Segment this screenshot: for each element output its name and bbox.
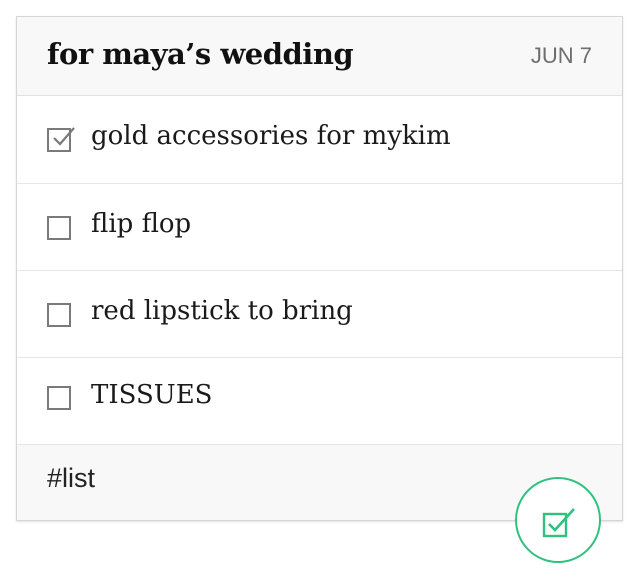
checklist-item-text[interactable]: TISSUES	[91, 380, 212, 410]
note-date: JUN 7	[530, 43, 592, 68]
note-title: for maya’s wedding	[47, 37, 354, 71]
checklist-icon	[542, 508, 575, 538]
checklist-item: gold accessories for mykim	[17, 96, 622, 184]
empty-checkbox-icon[interactable]	[47, 386, 71, 410]
note-header: for maya’s wedding JUN 7	[17, 17, 622, 96]
checklist-item-text[interactable]: flip flop	[91, 209, 191, 239]
checkmark-icon	[53, 127, 75, 146]
checklist-item: red lipstick to bring	[17, 271, 622, 358]
checked-checkbox-icon[interactable]	[47, 127, 75, 152]
empty-checkbox-icon[interactable]	[47, 303, 71, 327]
checklist-item-text[interactable]: red lipstick to bring	[91, 296, 353, 326]
checklist-item-text[interactable]: gold accessories for mykim	[91, 121, 451, 151]
note-card[interactable]: for maya’s wedding JUN 7 gold accessorie…	[16, 16, 623, 521]
checklist-item: TISSUES	[17, 358, 622, 445]
empty-checkbox-icon[interactable]	[47, 216, 71, 240]
note-tag[interactable]: #list	[47, 463, 95, 494]
checklist-item: flip flop	[17, 184, 622, 271]
add-checklist-button[interactable]	[515, 477, 601, 563]
